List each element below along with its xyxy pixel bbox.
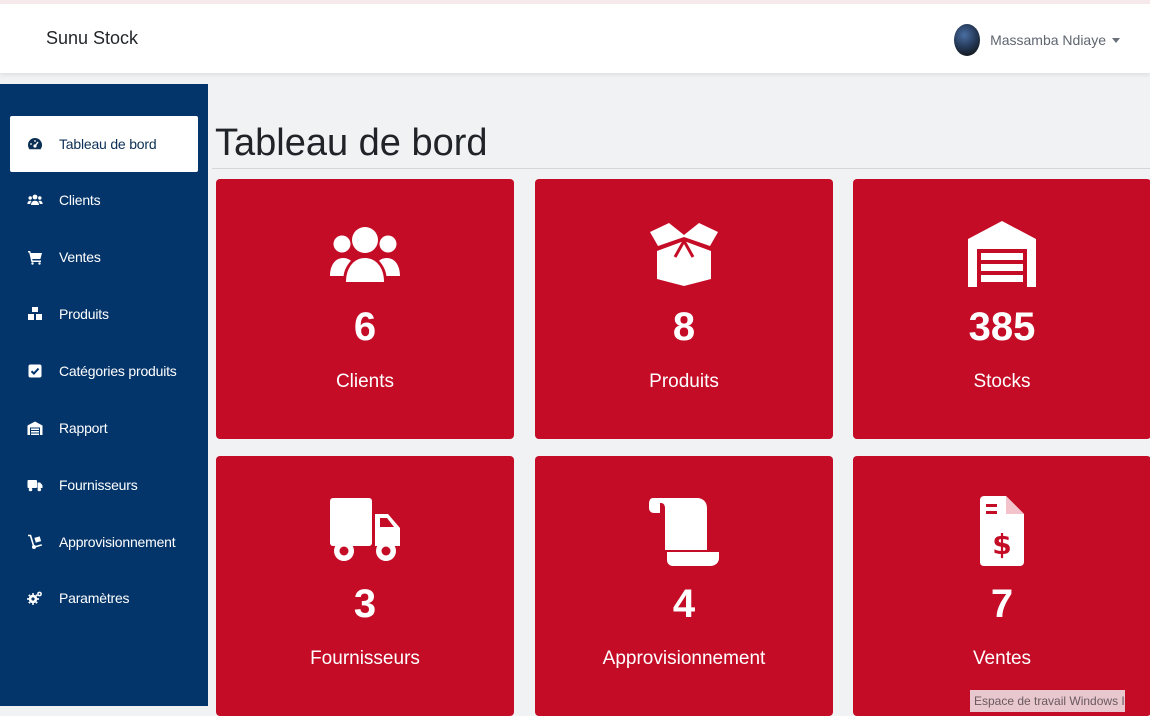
scroll-icon (535, 496, 833, 568)
sidebar-item-clients[interactable]: Clients (10, 172, 198, 228)
title-divider (212, 168, 1150, 169)
stat-card-approvisionnement[interactable]: 4 Approvisionnement (535, 456, 833, 716)
users-icon (26, 191, 44, 209)
page-title: Tableau de bord (215, 122, 488, 164)
cogs-icon (26, 589, 44, 607)
sidebar-item-rapport[interactable]: Rapport (10, 400, 198, 456)
stat-value: 7 (990, 582, 1014, 626)
stat-card-clients[interactable]: 6 Clients (216, 179, 514, 439)
dashboard-icon (26, 135, 44, 153)
check-square-icon (26, 362, 44, 380)
sidebar: Tableau de bord Clients Ventes Produits … (0, 84, 208, 706)
truck-icon (216, 496, 514, 568)
invoice-dollar-icon: $ (853, 496, 1150, 568)
truck-icon (26, 476, 44, 494)
stat-label: Fournisseurs (310, 648, 420, 669)
brand-name[interactable]: Sunu Stock (46, 28, 138, 49)
sidebar-item-tableau-de-bord[interactable]: Tableau de bord (10, 116, 198, 172)
sidebar-item-ventes[interactable]: Ventes (10, 229, 198, 285)
stat-card-stocks[interactable]: 385 Stocks (853, 179, 1150, 439)
open-box-icon (535, 219, 833, 291)
stat-value: 8 (672, 305, 696, 349)
stat-value: 6 (353, 305, 377, 349)
stat-value: 3 (353, 582, 377, 626)
caret-down-icon[interactable] (1112, 37, 1120, 43)
sidebar-item-label: Produits (59, 306, 109, 322)
user-menu[interactable]: Massamba Ndiaye (954, 24, 1120, 56)
sidebar-item-label: Approvisionnement (59, 534, 176, 550)
windows-ink-tooltip: Espace de travail Windows Ink (970, 690, 1125, 712)
dolly-icon (26, 533, 44, 551)
sidebar-item-parametres[interactable]: Paramètres (10, 570, 198, 626)
sidebar-item-fournisseurs[interactable]: Fournisseurs (10, 457, 198, 513)
boxes-icon (26, 305, 44, 323)
svg-text:$: $ (992, 528, 1011, 561)
sidebar-item-label: Ventes (59, 249, 101, 265)
sidebar-item-label: Tableau de bord (59, 136, 157, 152)
stat-label: Ventes (972, 648, 1032, 669)
warehouse-icon (853, 219, 1150, 291)
user-name[interactable]: Massamba Ndiaye (990, 32, 1106, 48)
users-icon (216, 219, 514, 291)
sidebar-item-label: Rapport (59, 420, 108, 436)
sidebar-item-approvisionnement[interactable]: Approvisionnement (10, 514, 198, 570)
stat-value: 4 (672, 582, 696, 626)
stat-label: Approvisionnement (602, 648, 766, 669)
top-navbar: Sunu Stock Massamba Ndiaye (0, 4, 1150, 73)
stat-value: 385 (968, 305, 1036, 349)
cart-icon (26, 248, 44, 266)
stat-card-produits[interactable]: 8 Produits (535, 179, 833, 439)
sidebar-item-label: Paramètres (59, 590, 130, 606)
stat-card-ventes[interactable]: $ 7 Ventes (853, 456, 1150, 716)
sidebar-item-label: Catégories produits (59, 363, 177, 379)
avatar[interactable] (954, 24, 981, 56)
stat-label: Stocks (973, 371, 1031, 392)
warehouse-icon (26, 419, 44, 437)
sidebar-item-produits[interactable]: Produits (10, 286, 198, 342)
sidebar-item-categories-produits[interactable]: Catégories produits (10, 343, 198, 399)
sidebar-item-label: Fournisseurs (59, 477, 138, 493)
stat-label: Produits (649, 371, 719, 392)
stat-card-fournisseurs[interactable]: 3 Fournisseurs (216, 456, 514, 716)
sidebar-item-label: Clients (59, 192, 101, 208)
stat-label: Clients (335, 371, 395, 392)
